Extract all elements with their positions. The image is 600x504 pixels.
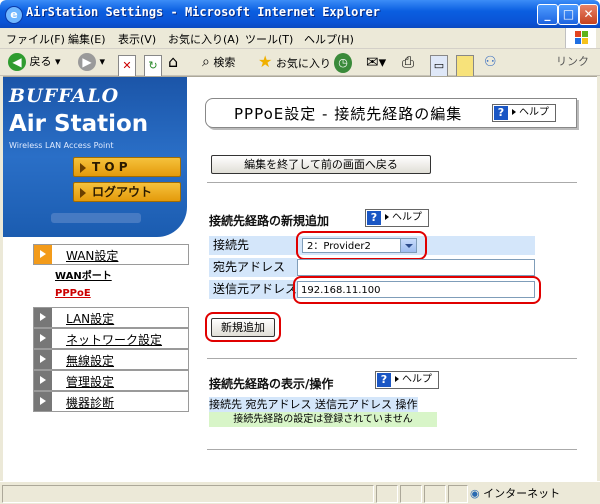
- edit-icon[interactable]: ▭: [430, 55, 448, 77]
- page-title: PPPoE設定 - 接続先経路の編集: [234, 105, 463, 123]
- globe-icon: ◉: [470, 487, 480, 500]
- src-address-label: 送信元アドレス: [209, 280, 297, 299]
- menu-help[interactable]: ヘルプ(H): [304, 31, 354, 47]
- star-icon: ★: [258, 52, 273, 71]
- top-button[interactable]: T O P: [73, 157, 181, 177]
- forward-arrow-icon: ▶: [78, 53, 96, 71]
- menu-view[interactable]: 表示(V): [118, 31, 156, 47]
- toolbar: ◀ 戻る ▾ ▶ ▾ ✕ ↻ ⌂ ⌕ 検索 ★ お気に入り ◷ ✉▾ ⎙ ▭ ⚇…: [0, 49, 600, 77]
- sidebar-item-network[interactable]: ネットワーク設定: [33, 328, 189, 349]
- highlight-add-button: [205, 312, 281, 342]
- menu-bar: ファイル(F) 編集(E) 表示(V) お気に入り(A) ツール(T) ヘルプ(…: [0, 28, 600, 49]
- brand-logo: BUFFALO: [9, 85, 120, 107]
- col-operation: 操作: [395, 398, 418, 411]
- col-src-address: 送信元アドレス: [315, 398, 392, 411]
- table-empty-row: 接続先経路の設定は登録されていません: [209, 412, 437, 427]
- sidebar-item-wireless[interactable]: 無線設定: [33, 349, 189, 370]
- help-button[interactable]: ? ヘルプ: [492, 104, 556, 122]
- list-help-button[interactable]: ? ヘルプ: [375, 371, 439, 389]
- subnav-pppoe[interactable]: PPPoE: [55, 288, 91, 299]
- col-dest-address: 宛先アドレス: [245, 398, 312, 411]
- table-header: 接続先 宛先アドレス 送信元アドレス 操作: [209, 397, 418, 412]
- help-icon: ?: [367, 211, 381, 225]
- page-content: BUFFALO Air Station Wireless LAN Access …: [3, 76, 597, 482]
- ie-icon: e: [5, 6, 23, 24]
- help-icon: ?: [494, 106, 508, 120]
- mail-icon[interactable]: ✉▾: [366, 52, 386, 72]
- print-icon[interactable]: ⎙: [402, 52, 414, 72]
- divider: [207, 358, 577, 359]
- status-bar: ◉ インターネット: [0, 481, 600, 504]
- product-tagline: Wireless LAN Access Point: [9, 141, 114, 150]
- menu-tools[interactable]: ツール(T): [245, 31, 293, 47]
- arrow-icon: [80, 162, 86, 173]
- logout-button[interactable]: ログアウト: [73, 182, 181, 202]
- sidebar-item-lan[interactable]: LAN設定: [33, 307, 189, 328]
- browser-window: e AirStation Settings - Microsoft Intern…: [0, 0, 600, 504]
- add-section-title: 接続先経路の新規追加: [209, 214, 330, 228]
- links-label[interactable]: リンク: [556, 52, 589, 72]
- back-button[interactable]: ◀ 戻る ▾: [8, 52, 61, 72]
- highlight-src-address: [293, 276, 541, 304]
- close-button[interactable]: ✕: [579, 4, 598, 25]
- sidebar-item-wan[interactable]: WAN設定: [33, 244, 189, 265]
- dest-address-field[interactable]: [297, 259, 535, 276]
- help-icon: ?: [377, 373, 391, 387]
- product-logo: Air Station: [9, 111, 149, 137]
- sidebar: BUFFALO Air Station Wireless LAN Access …: [3, 77, 189, 482]
- title-bar: e AirStation Settings - Microsoft Intern…: [0, 0, 600, 28]
- page-title-box: PPPoE設定 - 接続先経路の編集 ? ヘルプ: [205, 98, 577, 128]
- menu-favorites[interactable]: お気に入り(A): [168, 31, 239, 47]
- discuss-icon[interactable]: [456, 55, 474, 77]
- arrow-icon: [80, 187, 86, 198]
- divider: [207, 449, 577, 450]
- arrow-icon: [40, 334, 46, 342]
- sidebar-item-diagnostics[interactable]: 機器診断: [33, 391, 189, 412]
- search-icon: ⌕: [202, 54, 210, 70]
- arrow-icon: [40, 397, 46, 405]
- sidebar-item-admin[interactable]: 管理設定: [33, 370, 189, 391]
- windows-logo-icon: [565, 28, 596, 48]
- search-button[interactable]: ⌕ 検索: [202, 52, 235, 72]
- subnav-wan-port[interactable]: WANポート: [55, 267, 112, 282]
- minimize-button[interactable]: _: [537, 4, 558, 25]
- highlight-connection: [296, 231, 427, 260]
- col-connection: 接続先: [209, 398, 242, 411]
- history-icon[interactable]: ◷: [334, 53, 352, 73]
- divider: [207, 182, 577, 183]
- blurred-text: [51, 213, 141, 223]
- window-title: AirStation Settings - Microsoft Internet…: [26, 5, 381, 19]
- add-help-button[interactable]: ? ヘルプ: [365, 209, 429, 227]
- back-arrow-icon: ◀: [8, 53, 26, 71]
- connection-label: 接続先: [209, 236, 297, 255]
- messenger-icon[interactable]: ⚇: [484, 52, 497, 72]
- arrow-icon: [40, 376, 46, 384]
- stop-icon[interactable]: ✕: [118, 55, 136, 77]
- menu-file[interactable]: ファイル(F): [6, 31, 65, 47]
- favorites-button[interactable]: ★ お気に入り: [258, 52, 331, 72]
- maximize-button[interactable]: □: [558, 4, 579, 25]
- dest-address-label: 宛先アドレス: [209, 258, 297, 277]
- home-icon[interactable]: ⌂: [168, 52, 178, 72]
- arrow-icon: [40, 313, 46, 321]
- main-panel: PPPoE設定 - 接続先経路の編集 ? ヘルプ 編集を終了して前の画面へ戻る 接…: [187, 77, 597, 482]
- arrow-icon: [40, 355, 46, 363]
- menu-edit[interactable]: 編集(E): [68, 31, 106, 47]
- forward-button[interactable]: ▶ ▾: [78, 52, 105, 72]
- list-section-title: 接続先経路の表示/操作: [209, 377, 334, 391]
- status-zone: ◉ インターネット: [470, 487, 561, 500]
- back-to-previous-button[interactable]: 編集を終了して前の画面へ戻る: [211, 155, 431, 174]
- refresh-icon[interactable]: ↻: [144, 55, 162, 77]
- sidebar-header: BUFFALO Air Station Wireless LAN Access …: [3, 77, 187, 237]
- arrow-icon: [40, 250, 46, 258]
